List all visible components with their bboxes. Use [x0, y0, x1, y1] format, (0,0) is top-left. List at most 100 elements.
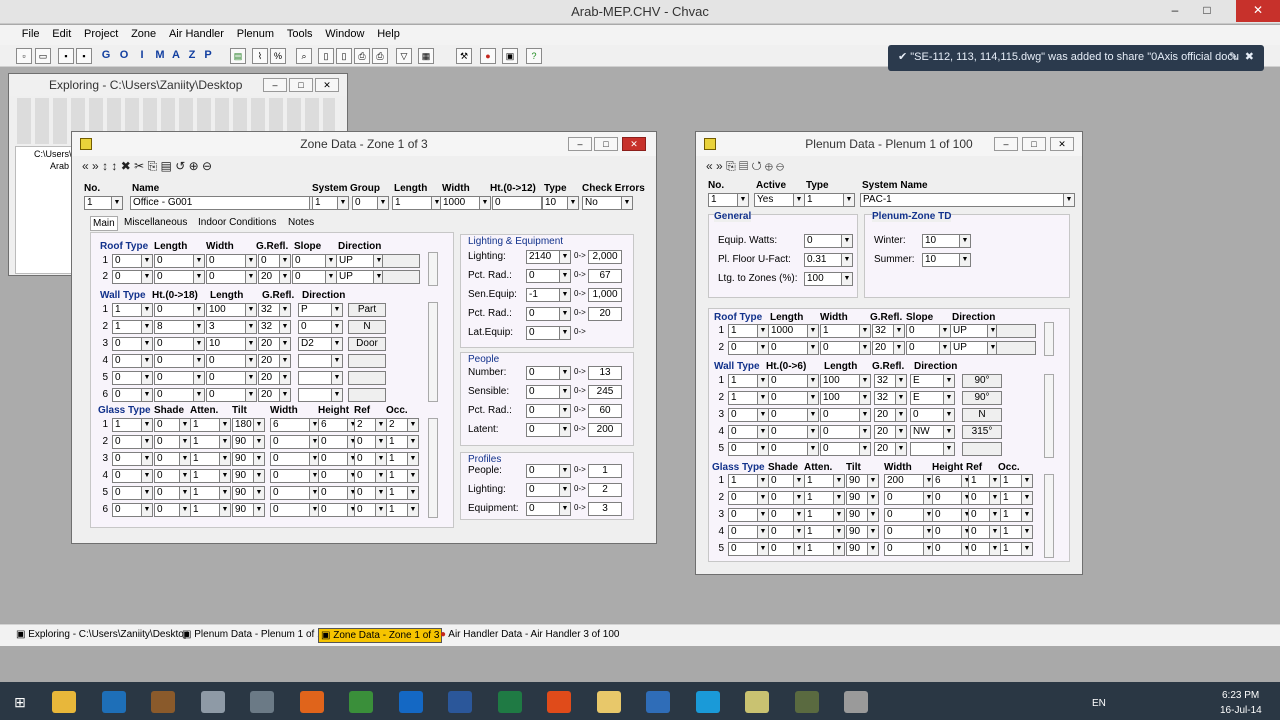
plenum-glass-cell-1-6[interactable]: 0 — [968, 491, 990, 505]
plenum-wall-cell-0-2[interactable]: 100 — [820, 374, 860, 388]
toolbar-m-button[interactable]: M — [152, 48, 168, 64]
new-file-icon[interactable]: ▫ — [16, 48, 32, 64]
plenum-wall-cell-1-1-dropdown-icon[interactable]: ▼ — [807, 391, 819, 405]
itunes-icon[interactable] — [646, 691, 670, 713]
plenum-glass-cell-0-0[interactable]: 1 — [728, 474, 758, 488]
file-explorer-icon[interactable] — [52, 691, 76, 713]
zone-glass-cell-4-4[interactable]: 0 — [270, 486, 310, 500]
zone-people-field-0-dropdown-icon[interactable]: ▼ — [559, 366, 571, 380]
zone-wall-cell-0-0[interactable]: 1 — [112, 303, 142, 317]
zone-people-field-1[interactable]: 0 — [526, 385, 560, 399]
plenum-wall-cell-1-4[interactable]: E — [910, 391, 944, 405]
plenum-wall-cell-0-3-dropdown-icon[interactable]: ▼ — [895, 374, 907, 388]
zone-wall-cell-2-4-dropdown-icon[interactable]: ▼ — [331, 337, 343, 351]
plenum-wall-cell-1-2-dropdown-icon[interactable]: ▼ — [859, 391, 871, 405]
plenum-wall-cell-0-0[interactable]: 1 — [728, 374, 758, 388]
zone-wall-cell-4-3-dropdown-icon[interactable]: ▼ — [279, 371, 291, 385]
plenum-roof-cell-0-1-dropdown-icon[interactable]: ▼ — [807, 324, 819, 338]
zone-glass-cell-0-5[interactable]: 6 — [318, 418, 348, 432]
zone-glass-cell-3-2-dropdown-icon[interactable]: ▼ — [219, 469, 231, 483]
plenum-glass-cell-1-4[interactable]: 0 — [884, 491, 924, 505]
zone-profiles-field-2-dropdown-icon[interactable]: ▼ — [559, 502, 571, 516]
zone-people-field-2[interactable]: 0 — [526, 404, 560, 418]
plenum-wall-cell-0-4[interactable]: E — [910, 374, 944, 388]
plenum-wall-cell-3-4[interactable]: NW — [910, 425, 944, 439]
plenum-no-field[interactable]: 1 — [708, 193, 738, 207]
plenum-roof-desc-0[interactable] — [996, 324, 1036, 338]
zone-wall-cell-2-4[interactable]: D2 — [298, 337, 332, 351]
zone-glass-cell-0-3-dropdown-icon[interactable]: ▼ — [253, 418, 265, 432]
plenum-glass-cell-0-4[interactable]: 200 — [884, 474, 924, 488]
save-all-icon[interactable]: ▪ — [76, 48, 92, 64]
zone-glass-cell-4-6[interactable]: 0 — [354, 486, 376, 500]
zone-lighting-field-1-dropdown-icon[interactable]: ▼ — [559, 269, 571, 283]
zone-glass-cell-3-4[interactable]: 0 — [270, 469, 310, 483]
zone-glass-cell-5-5[interactable]: 0 — [318, 503, 348, 517]
skype-icon[interactable] — [695, 691, 720, 713]
zone-glass-cell-2-3-dropdown-icon[interactable]: ▼ — [253, 452, 265, 466]
zone-roof-scrollbar[interactable] — [428, 252, 438, 286]
plenum-glass-cell-3-3-dropdown-icon[interactable]: ▼ — [867, 525, 879, 539]
zone-wall-cell-4-4-dropdown-icon[interactable]: ▼ — [331, 371, 343, 385]
cad-icon[interactable] — [101, 691, 126, 713]
plenum-glass-cell-2-7[interactable]: 1 — [1000, 508, 1022, 522]
zone-glass-cell-3-7[interactable]: 1 — [386, 469, 408, 483]
plenum-active-field[interactable]: Yes — [754, 193, 794, 207]
plenum-wall-scrollbar[interactable] — [1044, 374, 1054, 458]
zone-wall-cell-5-3-dropdown-icon[interactable]: ▼ — [279, 388, 291, 402]
zone-glass-cell-1-7-dropdown-icon[interactable]: ▼ — [407, 435, 419, 449]
folder-icon[interactable] — [596, 691, 621, 713]
zone-glass-cell-3-7-dropdown-icon[interactable]: ▼ — [407, 469, 419, 483]
zone-glass-cell-1-5[interactable]: 0 — [318, 435, 348, 449]
plenum-wall-cell-4-4-dropdown-icon[interactable]: ▼ — [943, 442, 955, 456]
zone-wall-cell-5-2-dropdown-icon[interactable]: ▼ — [245, 388, 257, 402]
zone-field-0-dropdown-icon[interactable]: ▼ — [111, 196, 123, 210]
percent-icon[interactable]: % — [270, 48, 286, 64]
plenum-type-field[interactable]: 1 — [804, 193, 844, 207]
zone-glass-cell-2-6[interactable]: 0 — [354, 452, 376, 466]
zone-roof-cell-0-1[interactable]: 0 — [154, 254, 194, 268]
plenum-glass-cell-4-7[interactable]: 1 — [1000, 542, 1022, 556]
plenum-glass-cell-3-3[interactable]: 90 — [846, 525, 868, 539]
print-setup-icon[interactable]: ⎙ — [372, 48, 388, 64]
zone-wall-cell-3-0-dropdown-icon[interactable]: ▼ — [141, 354, 153, 368]
zone-roof-cell-1-5[interactable]: UP — [336, 270, 374, 284]
plenum-roof-cell-1-2-dropdown-icon[interactable]: ▼ — [859, 341, 871, 355]
zone-glass-cell-1-2-dropdown-icon[interactable]: ▼ — [219, 435, 231, 449]
zone-wall-cell-1-2[interactable]: 3 — [206, 320, 246, 334]
plenum-glass-cell-1-0[interactable]: 0 — [728, 491, 758, 505]
book-icon[interactable] — [151, 691, 175, 713]
tab-miscellaneous[interactable]: Miscellaneous — [122, 216, 189, 229]
plenum-general-field-0-dropdown-icon[interactable]: ▼ — [841, 234, 853, 248]
zone-roof-cell-0-2-dropdown-icon[interactable]: ▼ — [245, 254, 257, 268]
open-folder-icon[interactable]: ▭ — [35, 48, 51, 64]
plenum-roof-cell-1-1[interactable]: 0 — [768, 341, 808, 355]
zone-wall-cell-4-0[interactable]: 0 — [112, 371, 142, 385]
menu-air-handler[interactable]: Air Handler — [164, 25, 229, 43]
chvac-icon[interactable] — [844, 691, 868, 713]
plenum-glass-cell-0-3[interactable]: 90 — [846, 474, 868, 488]
plenum-glass-cell-3-6[interactable]: 0 — [968, 525, 990, 539]
zone-wall-cell-0-3-dropdown-icon[interactable]: ▼ — [279, 303, 291, 317]
plenum-glass-cell-2-3[interactable]: 90 — [846, 508, 868, 522]
zone-glass-cell-1-4[interactable]: 0 — [270, 435, 310, 449]
status-exploring-tab[interactable]: ▣ Exploring - C:\Users\Zaniity\Desktop — [14, 628, 191, 641]
zone-profiles-field-1-dropdown-icon[interactable]: ▼ — [559, 483, 571, 497]
plenum-wall-cell-4-2-dropdown-icon[interactable]: ▼ — [859, 442, 871, 456]
zone-people-field-0[interactable]: 0 — [526, 366, 560, 380]
tab-notes[interactable]: Notes — [286, 216, 316, 229]
zone-glass-cell-1-0[interactable]: 0 — [112, 435, 142, 449]
zone-field-3[interactable]: 0 — [352, 196, 378, 210]
zone-wall-cell-0-2[interactable]: 100 — [206, 303, 246, 317]
plenum-wall-cell-2-2-dropdown-icon[interactable]: ▼ — [859, 408, 871, 422]
plenum-wall-cell-2-1[interactable]: 0 — [768, 408, 808, 422]
zone-glass-cell-0-2[interactable]: 1 — [190, 418, 220, 432]
zone-profiles-field-2[interactable]: 0 — [526, 502, 560, 516]
plenum-glass-cell-3-2[interactable]: 1 — [804, 525, 834, 539]
plenum-glass-scrollbar[interactable] — [1044, 474, 1054, 558]
plenum-wall-cell-4-3-dropdown-icon[interactable]: ▼ — [895, 442, 907, 456]
grid-icon[interactable] — [250, 691, 274, 713]
zone-glass-cell-1-3[interactable]: 90 — [232, 435, 254, 449]
zone-field-0[interactable]: 1 — [84, 196, 112, 210]
plenum-type-field-dropdown-icon[interactable]: ▼ — [843, 193, 855, 207]
